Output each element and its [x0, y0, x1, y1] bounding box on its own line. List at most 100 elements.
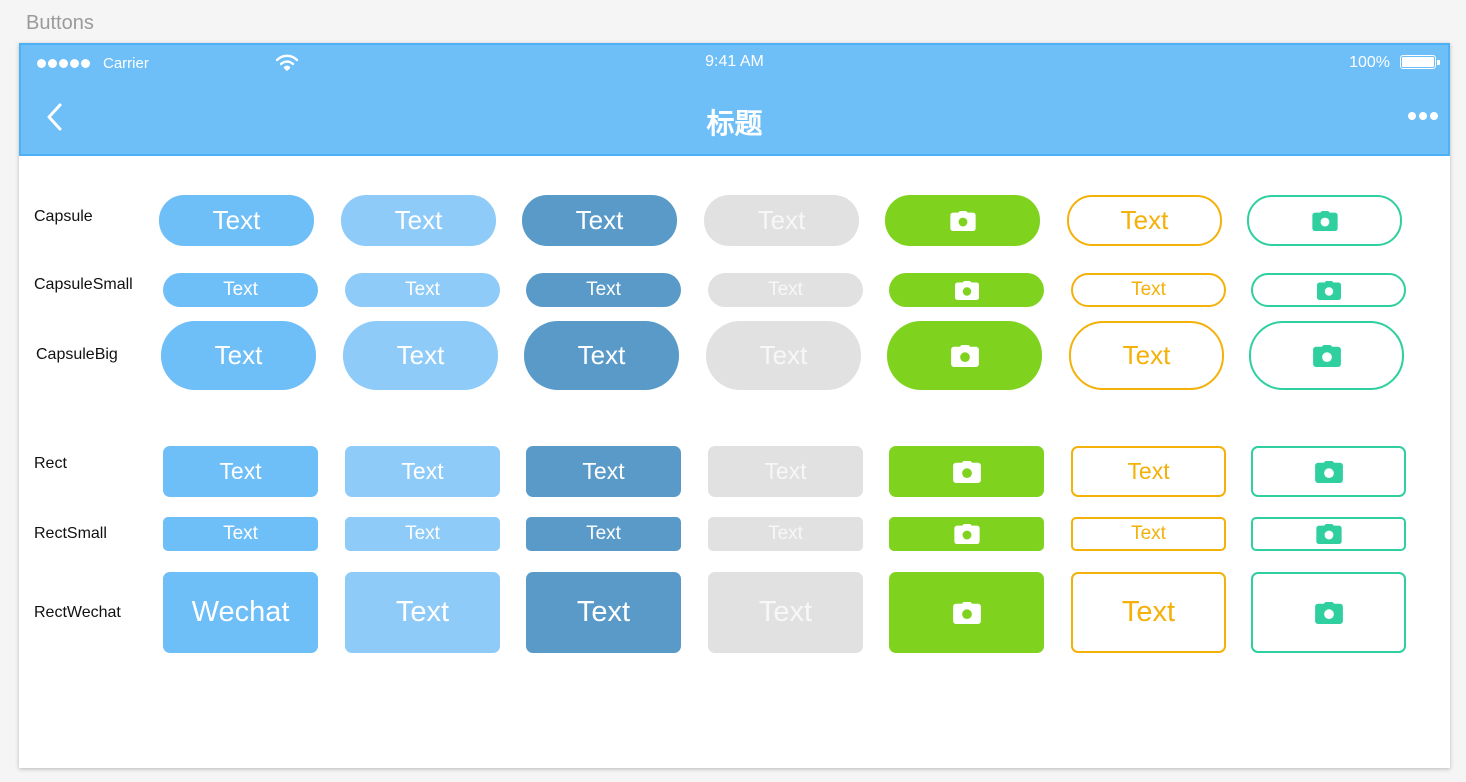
rect-orange-outline-button[interactable]: Text [1071, 446, 1226, 497]
rectsmall-light-blue-button[interactable]: Text [345, 517, 500, 551]
rectsmall-gray-button[interactable]: Text [708, 517, 863, 551]
rectwechat-green-camera-button[interactable] [889, 572, 1044, 653]
row-label-capsule: Capsule [34, 208, 93, 225]
camera-icon [952, 601, 981, 624]
button-label: Text [759, 340, 808, 370]
button-label: Text [575, 205, 624, 235]
capsule-dark-blue-button[interactable]: Text [522, 195, 677, 246]
capsule-teal-outline-camera-button[interactable] [1247, 195, 1402, 246]
rectsmall-dark-blue-button[interactable]: Text [526, 517, 681, 551]
button-label: Text [1121, 596, 1176, 628]
button-label: Text [768, 279, 803, 300]
button-label: Text [586, 279, 621, 300]
capsule-orange-outline-button[interactable]: Text [1067, 195, 1222, 246]
button-label: Text [1120, 205, 1169, 235]
button-label: Text [582, 458, 625, 484]
camera-icon [949, 210, 976, 231]
battery-percentage: 100% [1349, 54, 1390, 71]
rect-gray-button[interactable]: Text [708, 446, 863, 497]
capsulesmall-dark-blue-button[interactable]: Text [526, 273, 681, 307]
button-label: Text [223, 279, 258, 300]
button-label: Text [1122, 340, 1171, 370]
button-label: Text [394, 205, 443, 235]
camera-icon [950, 344, 979, 367]
row-label-capsulebig: CapsuleBig [36, 346, 118, 363]
button-label: Text [586, 523, 621, 544]
capsule-light-blue-button[interactable]: Text [341, 195, 496, 246]
camera-icon [1314, 601, 1343, 624]
status-bar: Carrier 9:41 AM 100% [21, 45, 1448, 81]
rectwechat-blue-button[interactable]: Wechat [163, 572, 318, 653]
button-label: Text [1131, 279, 1166, 300]
battery-tip [1437, 60, 1440, 65]
rect-teal-outline-camera-button[interactable] [1251, 446, 1406, 497]
button-label: Text [758, 596, 813, 628]
button-label: Text [757, 205, 806, 235]
button-label: Text [576, 596, 631, 628]
row-label-capsulesmall: CapsuleSmall [34, 276, 133, 293]
camera-icon [953, 524, 980, 544]
rectwechat-gray-button[interactable]: Text [708, 572, 863, 653]
rect-blue-button[interactable]: Text [163, 446, 318, 497]
capsulebig-light-blue-button[interactable]: Text [343, 321, 498, 390]
button-label: Text [1131, 523, 1166, 544]
capsulebig-dark-blue-button[interactable]: Text [524, 321, 679, 390]
button-label: Text [396, 340, 445, 370]
button-label: Text [405, 523, 440, 544]
battery-icon [1400, 55, 1436, 69]
camera-icon [1312, 344, 1341, 367]
capsulebig-green-camera-button[interactable] [887, 321, 1042, 390]
capsulesmall-blue-button[interactable]: Text [163, 273, 318, 307]
row-label-rect: Rect [34, 455, 67, 472]
button-label: Text [401, 458, 444, 484]
button-label: Text [1127, 458, 1170, 484]
status-time: 9:41 AM [705, 53, 764, 70]
rectsmall-green-camera-button[interactable] [889, 517, 1044, 551]
capsulebig-blue-button[interactable]: Text [161, 321, 316, 390]
button-label: Text [214, 340, 263, 370]
button-label: Wechat [191, 596, 290, 628]
rectsmall-teal-outline-camera-button[interactable] [1251, 517, 1406, 551]
capsulesmall-light-blue-button[interactable]: Text [345, 273, 500, 307]
button-label: Text [768, 523, 803, 544]
page-title: 标题 [706, 108, 763, 139]
capsulesmall-gray-button[interactable]: Text [708, 273, 863, 307]
camera-icon [954, 280, 979, 300]
artboard-title: Buttons [26, 12, 94, 34]
rectwechat-orange-outline-button[interactable]: Text [1071, 572, 1226, 653]
rectwechat-dark-blue-button[interactable]: Text [526, 572, 681, 653]
camera-icon [1316, 280, 1341, 300]
header: Carrier 9:41 AM 100% 标题 [19, 43, 1450, 156]
button-label: Text [764, 458, 807, 484]
capsulebig-gray-button[interactable]: Text [706, 321, 861, 390]
capsule-green-camera-button[interactable] [885, 195, 1040, 246]
camera-icon [1314, 460, 1343, 483]
button-label: Text [223, 523, 258, 544]
rectwechat-teal-outline-camera-button[interactable] [1251, 572, 1406, 653]
more-icon[interactable] [1408, 112, 1438, 120]
button-label: Text [212, 205, 261, 235]
camera-icon [1315, 524, 1342, 544]
phone-frame: Carrier 9:41 AM 100% 标题 Capsule Text Text T… [19, 43, 1450, 768]
camera-icon [1311, 210, 1338, 231]
rectsmall-blue-button[interactable]: Text [163, 517, 318, 551]
button-label: Text [395, 596, 450, 628]
row-label-rectsmall: RectSmall [34, 525, 107, 542]
rect-green-camera-button[interactable] [889, 446, 1044, 497]
rectwechat-light-blue-button[interactable]: Text [345, 572, 500, 653]
rectsmall-orange-outline-button[interactable]: Text [1071, 517, 1226, 551]
rect-light-blue-button[interactable]: Text [345, 446, 500, 497]
capsule-blue-button[interactable]: Text [159, 195, 314, 246]
capsule-gray-button[interactable]: Text [704, 195, 859, 246]
rect-dark-blue-button[interactable]: Text [526, 446, 681, 497]
button-label: Text [405, 279, 440, 300]
capsulebig-teal-outline-camera-button[interactable] [1249, 321, 1404, 390]
button-label: Text [577, 340, 626, 370]
capsulesmall-orange-outline-button[interactable]: Text [1071, 273, 1226, 307]
camera-icon [952, 460, 981, 483]
row-label-rectwechat: RectWechat [34, 604, 121, 621]
capsulesmall-green-camera-button[interactable] [889, 273, 1044, 307]
capsulebig-orange-outline-button[interactable]: Text [1069, 321, 1224, 390]
button-label: Text [219, 458, 262, 484]
capsulesmall-teal-outline-camera-button[interactable] [1251, 273, 1406, 307]
